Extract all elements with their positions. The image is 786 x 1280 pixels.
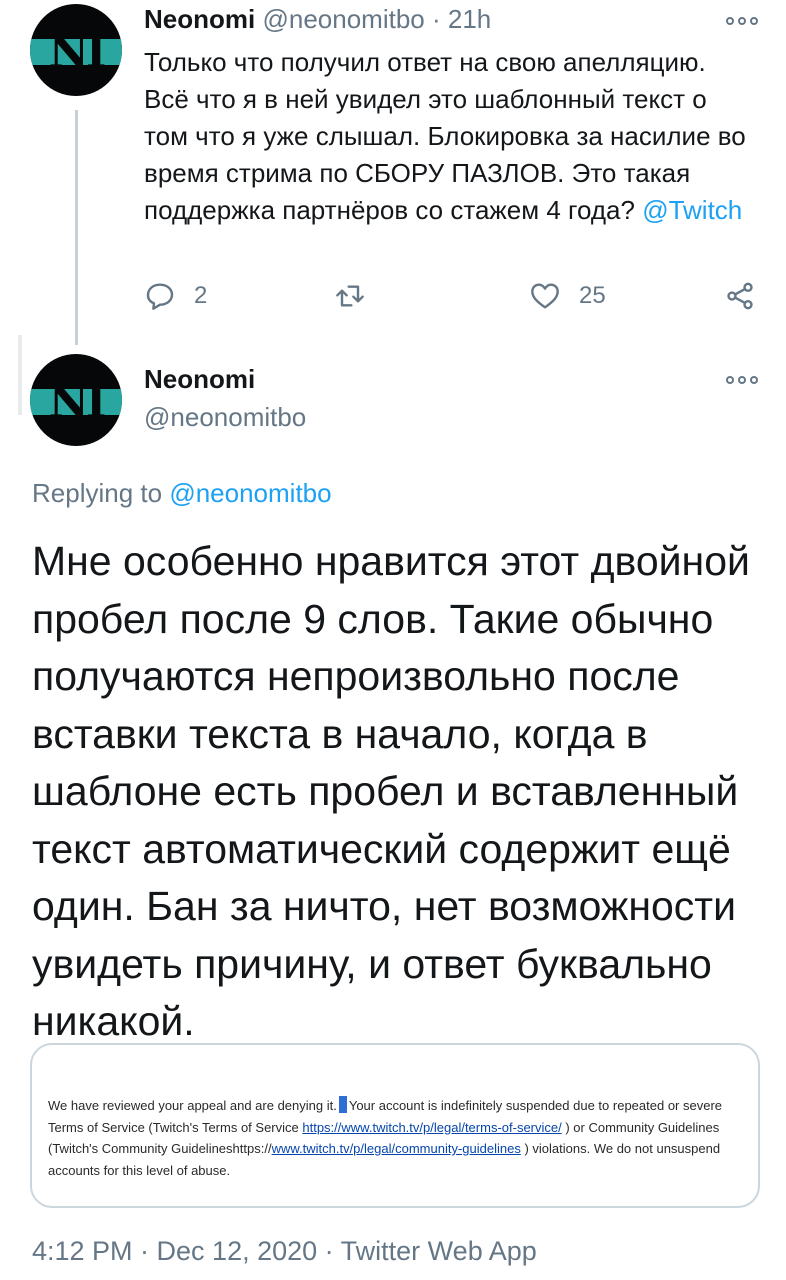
replying-label: Replying to — [32, 478, 163, 508]
replying-handle-link[interactable]: @neonomitbo — [169, 478, 331, 508]
embedded-email-text: We have reviewed your appeal and are den… — [48, 1095, 748, 1181]
author-name[interactable]: Neonomi — [144, 4, 255, 34]
mention-link[interactable]: @Twitch — [642, 195, 742, 225]
reply-icon — [146, 283, 174, 310]
scroll-indicator — [18, 335, 22, 415]
more-options-icon[interactable] — [726, 14, 758, 28]
reply-count: 2 — [194, 282, 208, 309]
author-name[interactable]: Neonomi — [144, 364, 255, 395]
tweet-text: Только что получил ответ на свою апелляц… — [144, 44, 754, 229]
separator: · — [431, 4, 441, 34]
heart-icon — [531, 283, 559, 309]
terms-link: https://www.twitch.tv/p/legal/terms-of-s… — [302, 1119, 562, 1135]
tweet-actions: 2 25 — [144, 280, 764, 320]
avatar[interactable] — [30, 354, 122, 446]
tweet-timestamp[interactable]: 4:12 PM · Dec 12, 2020 · Twitter Web App — [32, 1236, 537, 1267]
embed-part1: We have reviewed your appeal and are den… — [48, 1098, 337, 1113]
tweet-header: Neonomi @neonomitbo · 21h — [144, 4, 491, 35]
guidelines-link: www.twitch.tv/p/legal/community-guidelin… — [271, 1141, 521, 1156]
tweet-text: Мне особенно нравится этот двойной пробе… — [32, 538, 750, 1044]
share-icon — [727, 282, 753, 310]
author-handle[interactable]: @neonomitbo — [262, 4, 424, 34]
share-button[interactable] — [724, 280, 756, 312]
reply-button[interactable]: 2 — [144, 280, 207, 312]
avatar[interactable] — [30, 4, 122, 96]
attached-image[interactable]: We have reviewed your appeal and are den… — [30, 1043, 760, 1208]
more-options-icon[interactable] — [726, 373, 758, 387]
replying-to: Replying to @neonomitbo — [32, 478, 332, 509]
like-button[interactable]: 25 — [529, 280, 606, 312]
author-handle[interactable]: @neonomitbo — [144, 402, 306, 433]
like-count: 25 — [579, 282, 606, 309]
tweet-time[interactable]: 21h — [448, 4, 491, 34]
retweet-icon — [336, 285, 364, 307]
thread-line — [75, 110, 78, 345]
retweet-button[interactable] — [334, 280, 366, 312]
tweet-parent[interactable]: Neonomi @neonomitbo · 21h Только что пол… — [0, 0, 786, 345]
text-cursor — [338, 1096, 347, 1113]
